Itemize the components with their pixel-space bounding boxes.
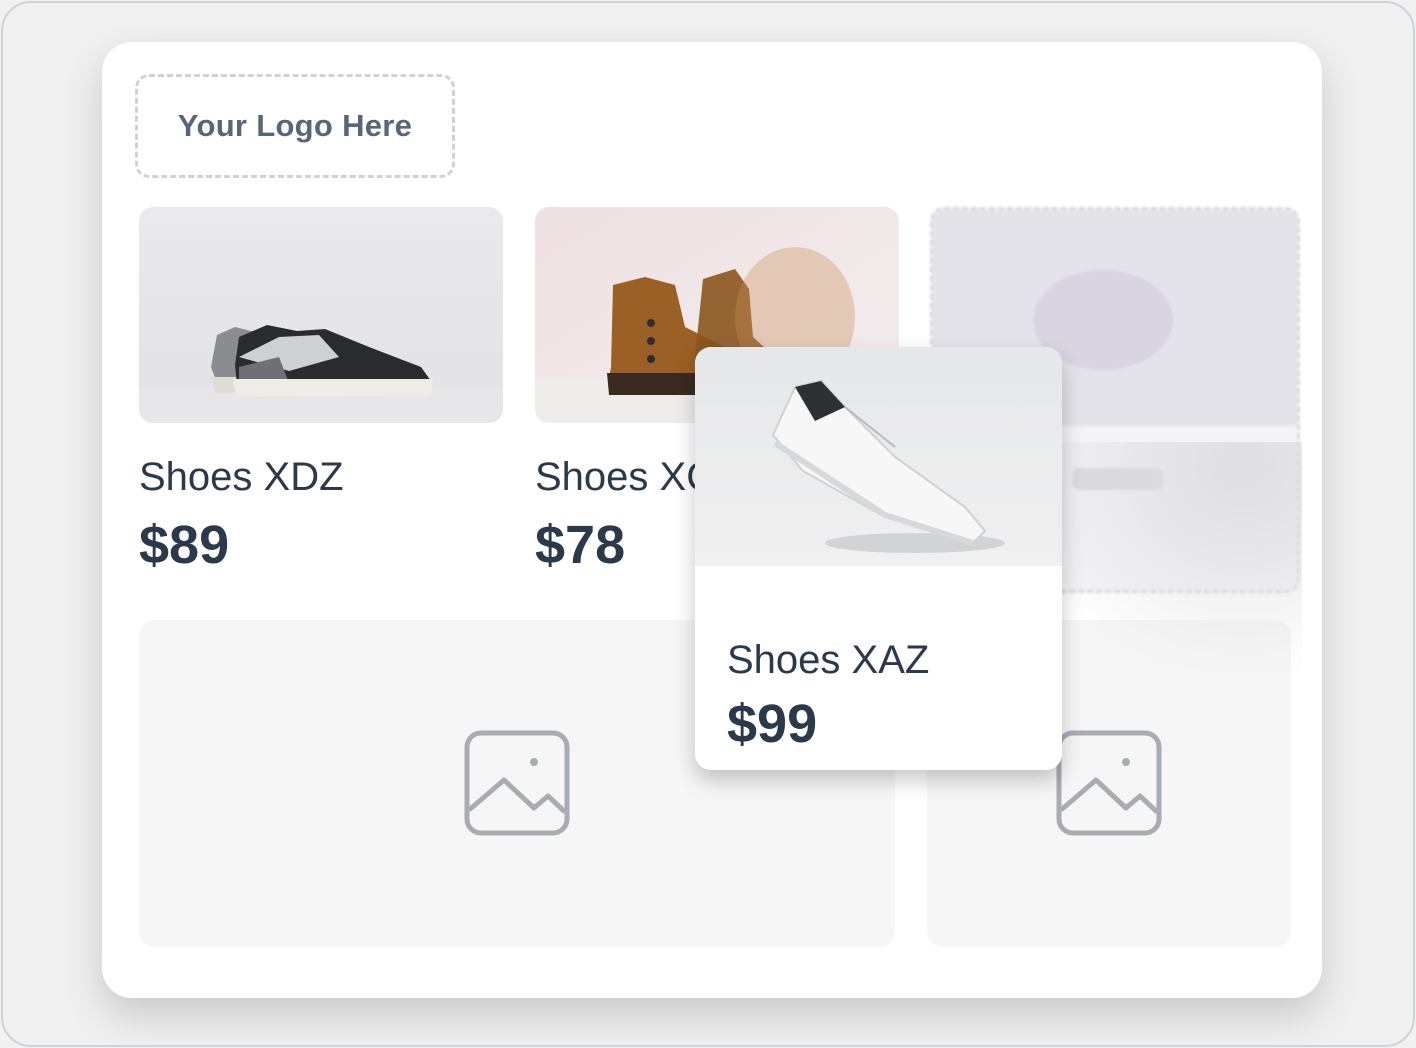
logo-placeholder[interactable]: Your Logo Here	[135, 74, 455, 178]
dragged-product-image	[695, 347, 1062, 566]
sneaker-grey-image	[139, 207, 503, 423]
white-sneaker-image	[695, 347, 1062, 566]
product-price: $99	[727, 694, 818, 754]
product-name: Shoes XDZ	[139, 455, 344, 499]
image-placeholder-icon	[464, 730, 570, 836]
app-frame: Your Logo Here Shoes XDZ $89 Shoes XC $7…	[1, 1, 1415, 1047]
logo-text: Your Logo Here	[177, 108, 413, 143]
dragged-product-card[interactable]: Shoes XAZ $99	[695, 347, 1062, 770]
product-price: $89	[139, 515, 230, 575]
product-card-1[interactable]: Shoes XDZ $89	[139, 207, 503, 576]
product-grid-page: Your Logo Here Shoes XDZ $89 Shoes XC $7…	[102, 42, 1322, 998]
product-image-1	[139, 207, 503, 423]
product-name: Shoes XAZ	[727, 638, 930, 682]
image-placeholder-icon	[1056, 730, 1162, 836]
